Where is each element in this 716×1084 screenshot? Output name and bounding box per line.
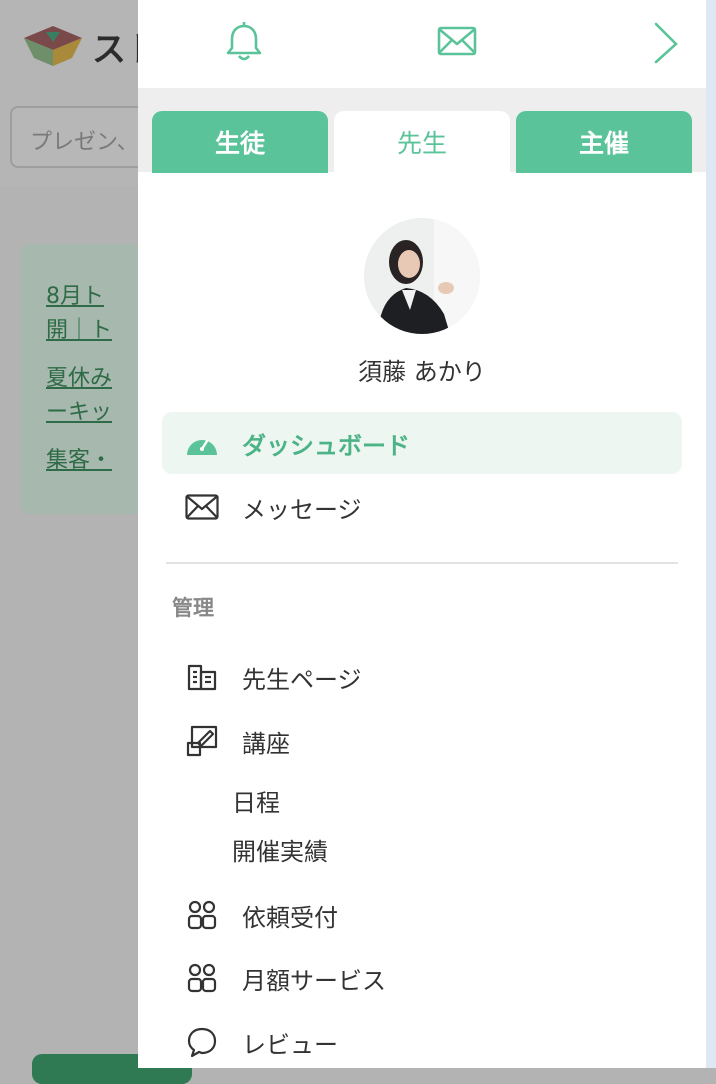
page-edge [706, 0, 716, 1068]
background-link[interactable]: 夏休み [46, 362, 112, 396]
avatar-photo [364, 218, 480, 334]
nav-dashboard[interactable]: ダッシュボード [162, 412, 682, 474]
course-edit-icon [184, 723, 220, 759]
nav-label: 月額サービス [242, 966, 386, 995]
nav-label: ダッシュボード [242, 431, 410, 460]
chat-bubble-icon [184, 1024, 220, 1060]
users-icon [184, 897, 220, 933]
profile-name: 須藤 あかり [358, 358, 486, 386]
background-search-placeholder: プレゼン、 [30, 130, 139, 155]
nav-monthly-service[interactable]: 月額サービス [162, 947, 682, 1009]
avatar[interactable] [364, 218, 480, 334]
background-link[interactable]: 8月ト [46, 280, 104, 314]
nav-requests[interactable]: 依頼受付 [162, 884, 682, 946]
tab-teacher[interactable]: 先生 [334, 111, 510, 173]
nav-messages[interactable]: メッセージ [162, 476, 682, 538]
background-link[interactable]: 開｜ト [46, 314, 112, 348]
role-tabs: 生徒 先生 主催 [138, 88, 706, 173]
mail-icon [184, 489, 220, 525]
chevron-right-icon[interactable] [644, 20, 688, 64]
nav-label: 先生ページ [242, 665, 362, 694]
nav-teacher-page[interactable]: 先生ページ [162, 646, 682, 708]
nav-label: 講座 [242, 729, 290, 758]
tab-student[interactable]: 生徒 [152, 111, 328, 173]
nav-courses[interactable]: 講座 [162, 710, 682, 772]
dashboard-icon [184, 425, 220, 461]
divider [166, 562, 678, 564]
nav-history[interactable]: 開催実績 [232, 832, 328, 867]
users-icon [184, 960, 220, 996]
nav-label: 依頼受付 [242, 903, 338, 932]
side-drawer: 生徒 先生 主催 須藤 あかり ダッシュボード メッセージ 管理 先生ページ 講… [138, 0, 706, 1068]
building-icon [184, 659, 220, 695]
background-link[interactable]: ーキッ [46, 396, 112, 430]
nav-label: メッセージ [242, 495, 362, 524]
nav-schedule[interactable]: 日程 [232, 783, 280, 818]
drawer-topbar [138, 0, 706, 88]
background-link[interactable]: 集客・ [46, 444, 112, 478]
mail-icon[interactable] [435, 20, 479, 64]
section-label-manage: 管理 [172, 596, 214, 620]
site-logo-icon [24, 26, 82, 66]
nav-label: レビュー [242, 1030, 338, 1059]
tab-organizer[interactable]: 主催 [516, 111, 692, 173]
bell-icon[interactable] [222, 20, 266, 64]
nav-reviews[interactable]: レビュー [162, 1011, 682, 1073]
